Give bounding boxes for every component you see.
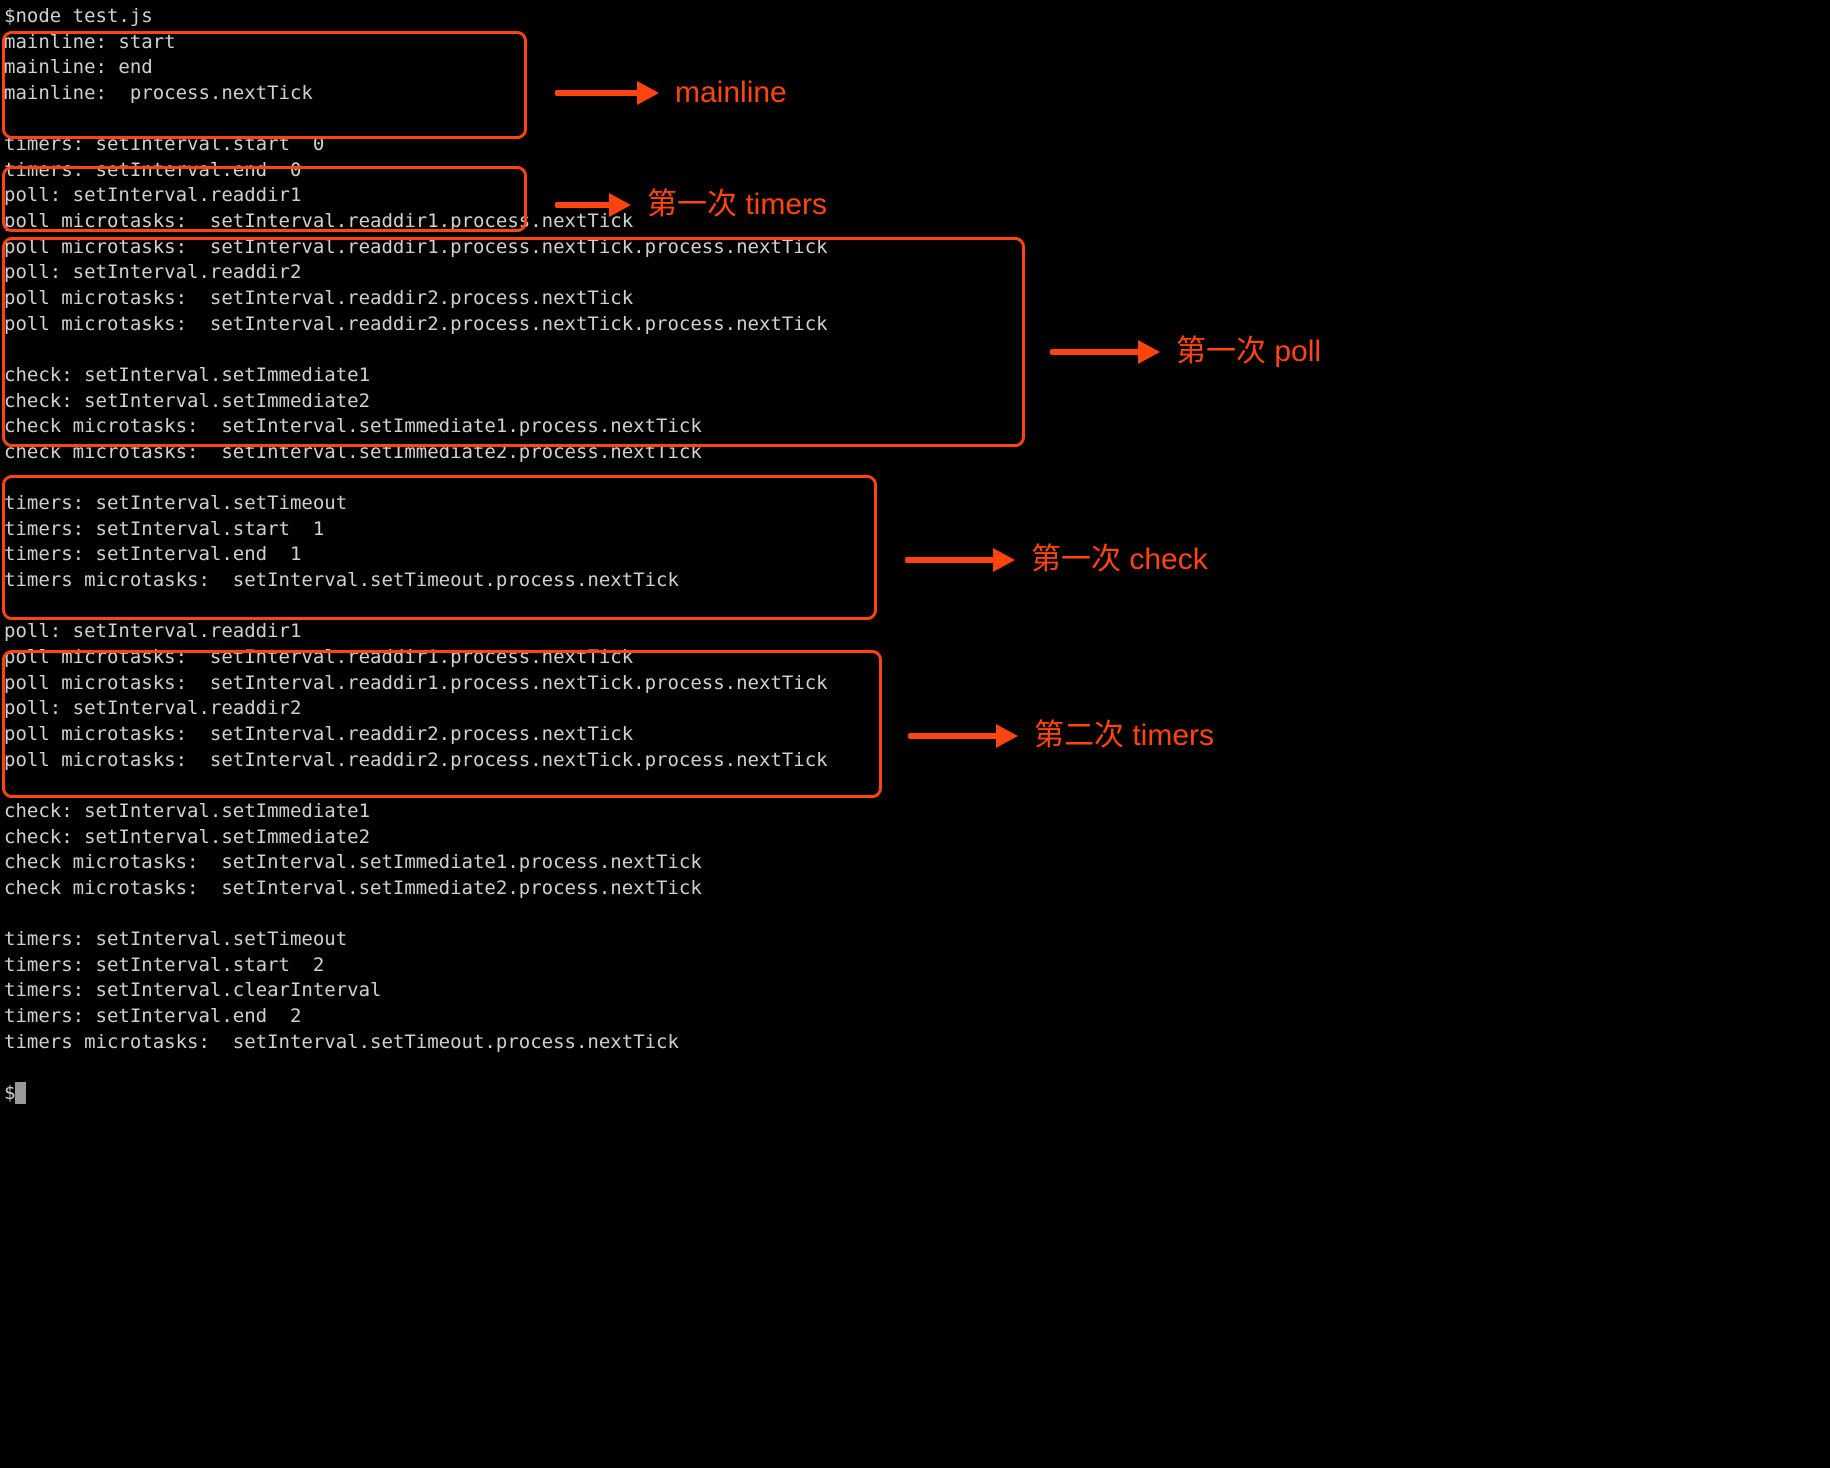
command-prompt-end: $ — [4, 1081, 1826, 1107]
terminal-line: timers: setInterval.clearInterval — [4, 978, 1826, 1004]
box-timers1 — [2, 166, 527, 232]
cursor — [15, 1082, 26, 1104]
terminal-line: poll: setInterval.readdir1 — [4, 619, 1826, 645]
box-timers2 — [2, 650, 882, 798]
annotation-label: 第二次 timers — [1034, 716, 1214, 757]
terminal-line: timers: setInterval.end 2 — [4, 1004, 1826, 1030]
annotation-timers2: 第二次 timers — [908, 716, 1214, 757]
annotation-timers1: 第一次 timers — [555, 185, 827, 226]
terminal-line: check: setInterval.setImmediate2 — [4, 825, 1826, 851]
terminal-line: timers: setInterval.start 2 — [4, 953, 1826, 979]
annotation-mainline: mainline — [555, 73, 787, 114]
terminal-line: check microtasks: setInterval.setImmedia… — [4, 850, 1826, 876]
terminal-line: check microtasks: setInterval.setImmedia… — [4, 876, 1826, 902]
command-prompt: $node test.js — [4, 4, 1826, 30]
annotation-check1: 第一次 check — [905, 540, 1208, 581]
box-mainline — [2, 31, 527, 139]
terminal-line: timers: setInterval.setTimeout — [4, 927, 1826, 953]
annotation-poll1: 第一次 poll — [1050, 332, 1321, 373]
box-check1 — [2, 475, 877, 620]
annotation-label: 第一次 poll — [1176, 332, 1321, 373]
annotation-label: mainline — [675, 73, 787, 114]
terminal-line: timers microtasks: setInterval.setTimeou… — [4, 1030, 1826, 1056]
annotation-label: 第一次 check — [1031, 540, 1208, 581]
terminal-line: check: setInterval.setImmediate1 — [4, 799, 1826, 825]
annotation-label: 第一次 timers — [647, 185, 827, 226]
box-poll1 — [2, 237, 1025, 447]
